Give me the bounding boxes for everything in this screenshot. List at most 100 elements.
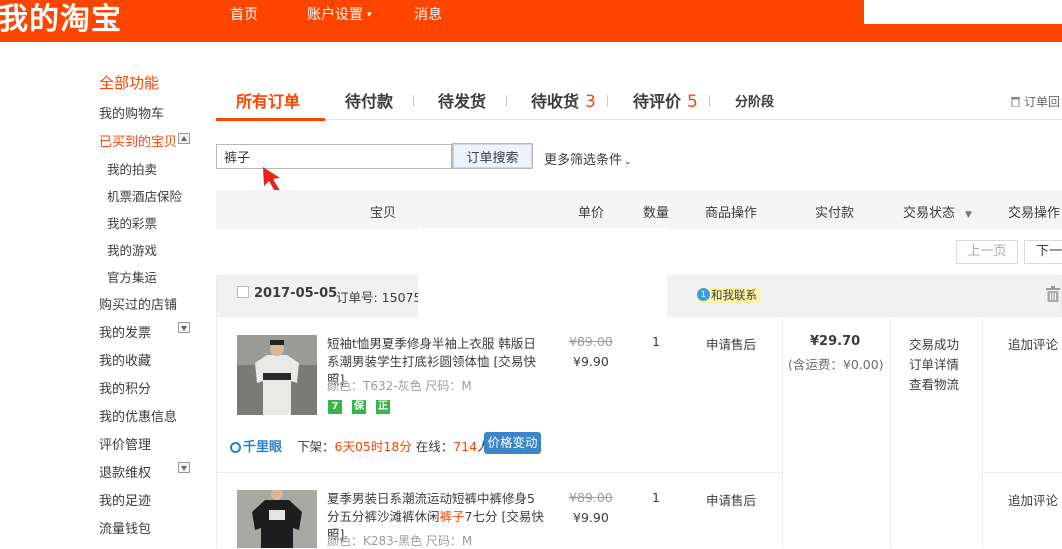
unit-price: ¥9.90 bbox=[573, 354, 609, 369]
sidebar-item-consolidation[interactable]: 官方集运 bbox=[107, 267, 157, 286]
col-quantity: 数量 bbox=[643, 206, 670, 221]
tab-separator bbox=[709, 95, 710, 107]
order-search-button[interactable]: 订单搜索 bbox=[452, 143, 533, 169]
view-logistics-link[interactable]: 查看物流 bbox=[909, 374, 959, 393]
tab-label: 待评价 bbox=[633, 92, 682, 111]
nav-home[interactable]: 首页 bbox=[230, 4, 258, 24]
sidebar-item-footprints[interactable]: 我的足迹 bbox=[99, 490, 151, 509]
divider bbox=[890, 317, 891, 548]
prev-page-button[interactable]: 上一页 bbox=[956, 240, 1018, 264]
overlay-block bbox=[418, 228, 667, 317]
chat-icon: 1 bbox=[697, 288, 710, 301]
chevron-down-icon: ⌄ bbox=[624, 157, 632, 167]
col-status-label: 交易状态 bbox=[903, 206, 956, 221]
after-sale-link[interactable]: 申请售后 bbox=[706, 490, 756, 509]
add-review-link[interactable]: 追加评论 bbox=[1008, 490, 1058, 509]
product-attributes: 颜色：T632-灰色 尺码：M bbox=[327, 379, 472, 393]
trash-icon[interactable] bbox=[1046, 286, 1060, 302]
listing-info: 下架：6天05时18分 在线：714人 bbox=[297, 436, 490, 455]
quantity: 1 bbox=[652, 490, 660, 505]
col-item: 宝贝 bbox=[370, 206, 397, 221]
more-filters[interactable]: 更多筛选条件 ⌄ bbox=[544, 149, 632, 168]
tab-label: 待收货 bbox=[531, 92, 580, 111]
recycle-label: 订单回 bbox=[1024, 95, 1061, 109]
sidebar-item-travel[interactable]: 机票酒店保险 bbox=[107, 186, 182, 205]
sidebar-item-lottery[interactable]: 我的彩票 bbox=[107, 213, 157, 232]
order-recycle-bin[interactable]: 订单回 bbox=[1010, 93, 1060, 110]
quantity: 1 bbox=[652, 334, 660, 349]
tab-separator bbox=[506, 95, 507, 107]
original-price: ¥89.00 bbox=[569, 334, 613, 349]
qianliyan-label: 千里眼 bbox=[243, 440, 283, 455]
divider bbox=[782, 317, 783, 548]
nav-messages[interactable]: 消息 bbox=[414, 4, 442, 24]
more-filters-label: 更多筛选条件 bbox=[544, 153, 623, 168]
eye-icon bbox=[230, 442, 241, 453]
nav-account-settings[interactable]: 账户设置 ▾ bbox=[307, 4, 372, 24]
after-sale-link[interactable]: 申请售后 bbox=[706, 334, 756, 353]
order-checkbox[interactable] bbox=[237, 286, 249, 298]
product-attributes: 颜色：K283-黑色 尺码：M bbox=[327, 534, 473, 548]
unit-price: ¥9.90 bbox=[573, 510, 609, 525]
sidebar-heading[interactable]: 全部功能 bbox=[99, 72, 159, 93]
col-item-ops: 商品操作 bbox=[705, 206, 758, 221]
tab-pending-review[interactable]: 待评价 5 bbox=[633, 88, 698, 112]
order-search-input[interactable] bbox=[216, 144, 452, 169]
offline-prefix: 下架： bbox=[297, 439, 335, 454]
tab-pending-shipment[interactable]: 待发货 bbox=[438, 88, 486, 112]
seven-day-return-icon: 7 bbox=[328, 400, 342, 414]
shipping-fee: (含运费：¥0.00) bbox=[788, 357, 884, 372]
sidebar-item-cart[interactable]: 我的购物车 bbox=[99, 103, 164, 122]
order-details-link[interactable]: 订单详情 bbox=[909, 354, 959, 373]
order-number: 订单号: 150757 bbox=[336, 290, 430, 305]
authentic-icon: 正 bbox=[376, 400, 390, 414]
tab-pending-receipt[interactable]: 待收货 3 bbox=[531, 88, 596, 112]
product-image-icon bbox=[237, 490, 317, 548]
sidebar-item-refunds[interactable]: 退款维权 bbox=[99, 462, 151, 481]
trade-status: 交易成功 bbox=[909, 337, 960, 352]
sidebar-item-data-wallet[interactable]: 流量钱包 bbox=[99, 518, 151, 537]
next-page-button[interactable]: 下一 bbox=[1024, 240, 1062, 264]
collapse-icon[interactable] bbox=[178, 133, 190, 144]
sidebar-item-points[interactable]: 我的积分 bbox=[99, 378, 151, 397]
product-thumbnail[interactable] bbox=[237, 335, 317, 415]
product-thumbnail[interactable] bbox=[237, 490, 317, 548]
trash-icon bbox=[1011, 97, 1020, 108]
order-date: 2017-05-05 bbox=[254, 286, 338, 301]
offline-time: 6天05时18分 bbox=[334, 439, 412, 454]
col-unit-price: 单价 bbox=[578, 206, 605, 221]
top-search-input[interactable] bbox=[864, 0, 1062, 24]
tabs-divider bbox=[216, 119, 1062, 120]
sidebar-item-shops[interactable]: 购买过的店铺 bbox=[99, 294, 177, 313]
col-trade-ops: 交易操作 bbox=[1008, 206, 1061, 221]
search-highlight: 裤子 bbox=[439, 509, 465, 524]
sidebar-item-games[interactable]: 我的游戏 bbox=[107, 240, 157, 259]
sidebar-item-bought[interactable]: 已买到的宝贝 bbox=[99, 131, 177, 150]
tab-all-orders[interactable]: 所有订单 bbox=[236, 88, 300, 112]
col-status[interactable]: 交易状态 ▼ bbox=[903, 202, 972, 221]
product-image-icon bbox=[237, 335, 317, 415]
original-price: ¥89.00 bbox=[569, 490, 613, 505]
active-tab-indicator bbox=[216, 118, 325, 121]
tab-count: 5 bbox=[687, 92, 698, 112]
expand-icon[interactable] bbox=[178, 322, 190, 333]
expand-icon[interactable] bbox=[178, 462, 190, 473]
logo[interactable]: 我的淘宝 bbox=[0, 0, 122, 38]
tab-separator bbox=[607, 95, 608, 107]
tab-count: 3 bbox=[585, 92, 596, 112]
sidebar-item-invoice[interactable]: 我的发票 bbox=[99, 322, 151, 341]
sidebar-item-auction[interactable]: 我的拍卖 bbox=[107, 159, 157, 178]
guarantee-icon: 保 bbox=[352, 400, 366, 414]
price-change-button[interactable]: 价格变动 bbox=[484, 432, 541, 454]
sidebar-item-coupons[interactable]: 我的优惠信息 bbox=[99, 406, 177, 425]
tab-installment[interactable]: 分阶段 bbox=[735, 91, 774, 110]
sidebar-item-reviews[interactable]: 评价管理 bbox=[99, 434, 151, 453]
add-review-link[interactable]: 追加评论 bbox=[1008, 334, 1058, 353]
tab-pending-payment[interactable]: 待付款 bbox=[345, 88, 393, 112]
divider bbox=[216, 472, 782, 473]
qianliyan-badge[interactable]: 千里眼 bbox=[230, 436, 282, 455]
product-title-text: 7七分 bbox=[464, 509, 498, 524]
col-paid: 实付款 bbox=[815, 206, 855, 221]
chevron-down-icon: ▾ bbox=[367, 10, 372, 20]
sidebar-item-favorites[interactable]: 我的收藏 bbox=[99, 350, 151, 369]
